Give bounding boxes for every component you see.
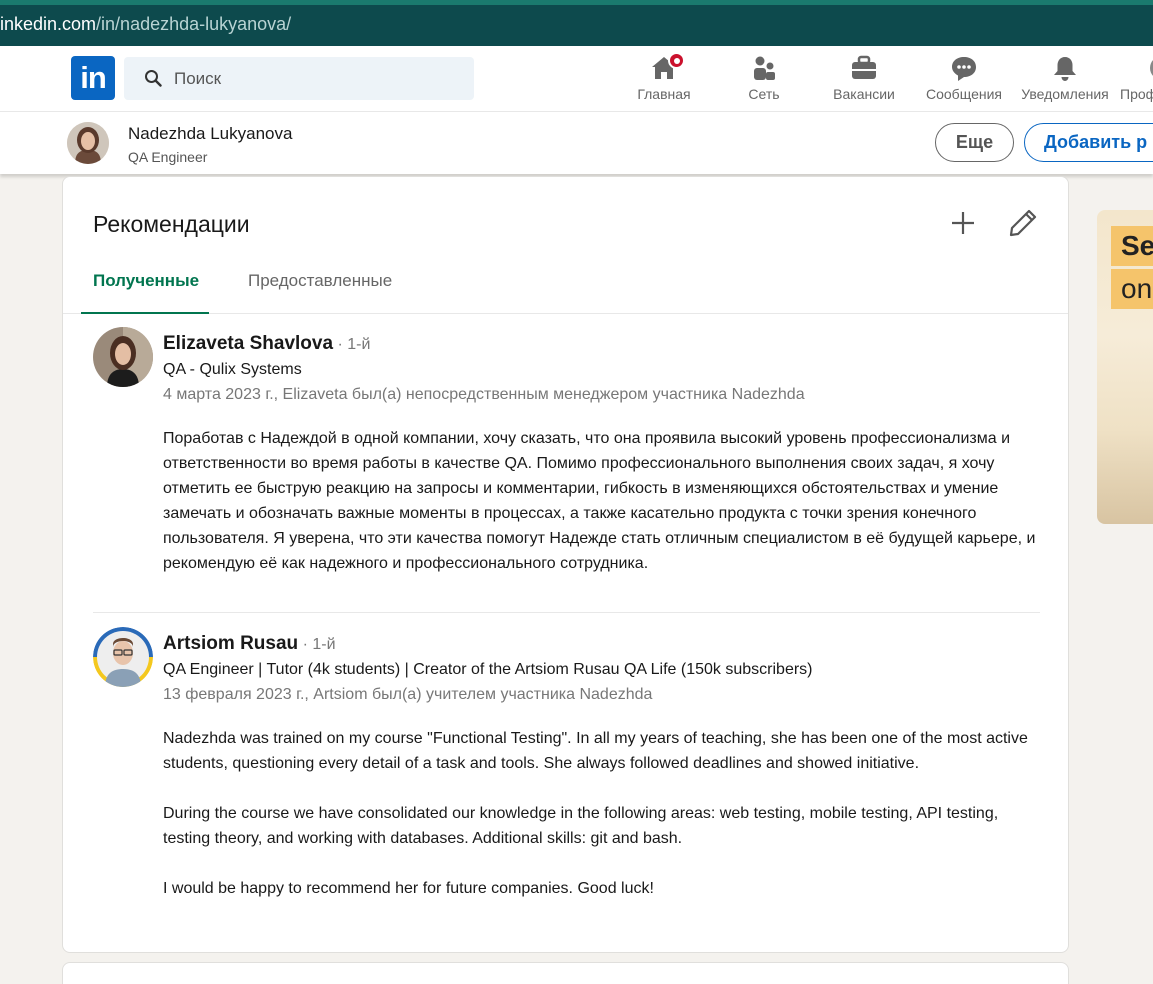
nav-notifications[interactable]: Уведомления (1016, 54, 1114, 108)
recommendation-paragraph: During the course we have consolidated o… (163, 805, 999, 847)
global-nav: in Главная Сеть Вакансии Сообщения Уведо… (0, 46, 1153, 112)
bell-icon (1054, 57, 1076, 81)
ad-subline: on (1111, 269, 1153, 309)
notification-badge (668, 52, 685, 69)
url-domain: inkedin.com (0, 14, 97, 34)
recommendation-paragraph: Nadezhda was trained on my course "Funct… (163, 730, 1028, 772)
network-icon (754, 56, 775, 80)
recommender-avatar[interactable] (93, 327, 153, 387)
nav-home-label: Главная (637, 86, 691, 102)
next-section-card (62, 962, 1069, 984)
recommendation-meta: 13 февраля 2023 г., Artsiom был(а) учите… (163, 686, 653, 703)
profile-title: QA Engineer (128, 149, 208, 165)
section-title: Рекомендации (93, 211, 250, 237)
add-section-button[interactable]: Добавить р (1024, 123, 1153, 162)
profile-name: Nadezhda Lukyanova (128, 124, 293, 143)
recommender-name[interactable]: Elizaveta Shavlova · 1-й (163, 333, 370, 355)
recommender-name-text[interactable]: Artsiom Rusau (163, 633, 298, 654)
recommendation-paragraph: Поработав с Надеждой в одной компании, х… (163, 430, 1036, 572)
profile-icon (1150, 60, 1153, 76)
ad-headline: Se (1111, 226, 1153, 266)
nav-messaging[interactable]: Сообщения (920, 54, 1008, 108)
divider (93, 612, 1040, 613)
recommender-avatar[interactable] (93, 627, 153, 687)
connection-degree: · 1-й (333, 336, 371, 353)
profile-avatar[interactable] (67, 122, 109, 164)
recommendation-text: Поработав с Надеждой в одной компании, х… (163, 426, 1043, 576)
url-path: /in/nadezhda-lukyanova/ (96, 14, 292, 34)
recommendation-paragraph: I would be happy to recommend her for fu… (163, 880, 654, 897)
nav-profile-label: Проф (1120, 86, 1153, 102)
recommender-headline: QA - Qulix Systems (163, 361, 302, 378)
recommender-name-text[interactable]: Elizaveta Shavlova (163, 333, 333, 354)
connection-degree: · 1-й (298, 636, 336, 653)
search-box[interactable] (124, 57, 474, 100)
side-ad[interactable]: Se on (1097, 210, 1153, 524)
tab-received[interactable]: Полученные (80, 271, 210, 314)
nav-jobs[interactable]: Вакансии (826, 54, 902, 108)
recommendations-card: Рекомендации Полученные Предоставленные … (62, 176, 1069, 953)
plus-icon[interactable] (947, 207, 979, 239)
nav-network[interactable]: Сеть (734, 54, 794, 108)
search-input[interactable] (174, 57, 464, 100)
nav-jobs-label: Вакансии (833, 86, 895, 102)
recommender-name[interactable]: Artsiom Rusau · 1-й (163, 633, 336, 655)
browser-address-bar[interactable]: inkedin.com/in/nadezhda-lukyanova/ (0, 0, 1153, 46)
profile-sticky-header: Nadezhda Lukyanova QA Engineer Еще Добав… (0, 112, 1153, 174)
nav-profile[interactable]: Проф (1120, 54, 1153, 108)
nav-notifications-label: Уведомления (1021, 86, 1109, 102)
pencil-icon[interactable] (1007, 207, 1039, 239)
linkedin-logo[interactable]: in (71, 56, 115, 100)
briefcase-icon (852, 55, 876, 79)
more-button[interactable]: Еще (935, 123, 1014, 162)
recommendation-text: Nadezhda was trained on my course "Funct… (163, 726, 1043, 901)
url-text[interactable]: inkedin.com/in/nadezhda-lukyanova/ (0, 14, 291, 35)
recommendation-meta: 4 марта 2023 г., Elizaveta был(а) непоср… (163, 386, 805, 403)
nav-home[interactable]: Главная (630, 52, 698, 108)
search-icon (145, 70, 162, 87)
nav-network-label: Сеть (748, 86, 780, 102)
nav-messaging-label: Сообщения (926, 86, 1002, 102)
recommender-headline: QA Engineer | Tutor (4k students) | Crea… (163, 661, 813, 678)
recommendations-tabs: Полученные Предоставленные (63, 247, 1068, 314)
tab-given[interactable]: Предоставленные (248, 271, 392, 311)
messaging-icon (952, 57, 976, 81)
